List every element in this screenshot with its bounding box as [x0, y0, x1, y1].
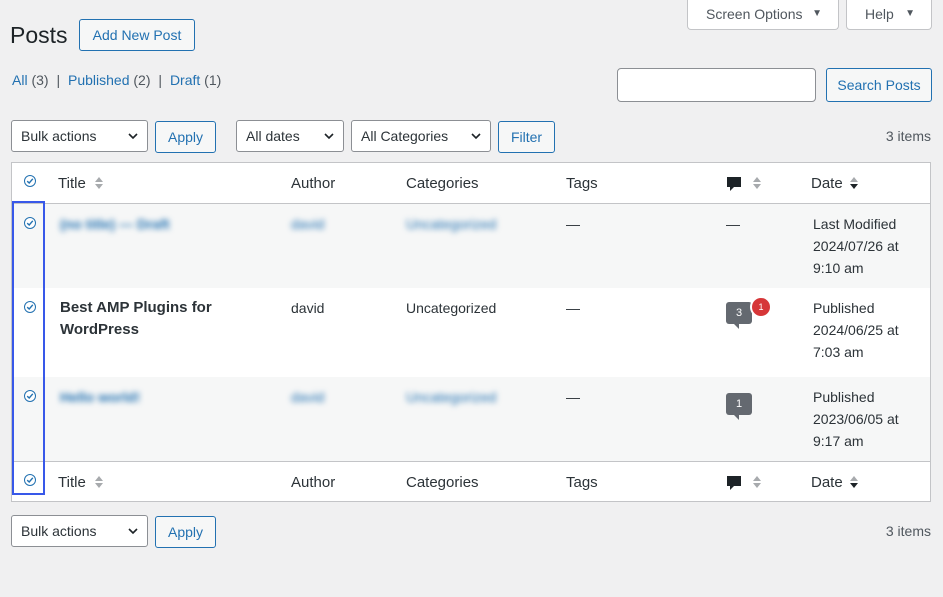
post-author-link[interactable]: david	[291, 213, 324, 235]
post-title-link[interactable]: Hello world!	[60, 386, 140, 408]
filter-published-link[interactable]: Published	[68, 72, 130, 88]
post-date-day: 2023/06/05 at	[813, 411, 899, 427]
row-checkbox[interactable]	[24, 301, 36, 313]
table-row: Hello world! david Uncategorized — 1 Pub…	[12, 377, 930, 461]
post-date-day: 2024/06/25 at	[813, 322, 899, 338]
filter-button[interactable]: Filter	[498, 121, 555, 153]
post-title-link[interactable]: (no title) — Draft	[60, 213, 170, 235]
check-icon	[26, 220, 34, 227]
column-header-categories: Categories	[406, 175, 479, 192]
pending-comments-badge[interactable]: 1	[750, 296, 772, 318]
filter-all-count: (3)	[31, 72, 49, 88]
categories-filter-select[interactable]: All Categories	[351, 120, 491, 152]
screen-options-label: Screen Options	[706, 6, 803, 22]
post-author-link[interactable]: david	[291, 386, 324, 408]
post-title-link[interactable]: Best AMP Plugins for	[60, 297, 212, 319]
sort-arrows-icon	[753, 476, 761, 488]
check-icon	[26, 304, 34, 311]
column-footer-author: Author	[291, 474, 336, 491]
bulk-actions-select-bottom[interactable]: Bulk actions	[11, 515, 148, 547]
column-footer-categories: Categories	[406, 474, 479, 491]
chevron-down-icon	[471, 133, 481, 140]
post-comments: —	[726, 216, 740, 232]
sort-desc-icon	[850, 177, 858, 189]
table-row: Best AMP Plugins for WordPress david Unc…	[12, 288, 930, 377]
filter-draft-count: (1)	[204, 72, 222, 88]
filter-published-count: (2)	[133, 72, 151, 88]
items-count: 3 items	[885, 128, 931, 144]
post-category-link[interactable]: Uncategorized	[406, 297, 496, 319]
check-icon	[26, 178, 34, 185]
chevron-down-icon	[324, 133, 334, 140]
dates-filter-select[interactable]: All dates	[236, 120, 344, 152]
post-tags: —	[566, 216, 580, 232]
sort-arrows-icon	[95, 476, 103, 488]
screen-options-tab[interactable]: Screen Options ▼	[687, 0, 839, 30]
post-tags: —	[566, 389, 580, 405]
select-all-checkbox[interactable]	[24, 175, 36, 187]
column-header-title[interactable]: Title	[58, 175, 86, 192]
approved-comments-bubble[interactable]: 3	[726, 302, 752, 329]
page-title: Posts	[10, 22, 68, 48]
post-date-status: Last Modified	[813, 216, 897, 232]
post-tags: —	[566, 300, 580, 316]
sort-arrows-icon	[753, 177, 761, 189]
search-input[interactable]	[617, 68, 816, 102]
caret-down-icon: ▼	[812, 8, 822, 19]
footer-divider	[12, 461, 930, 462]
filter-all-link[interactable]: All	[12, 72, 28, 88]
comment-icon[interactable]	[726, 475, 742, 492]
items-count-bottom: 3 items	[885, 523, 931, 539]
row-checkbox[interactable]	[24, 217, 36, 229]
add-new-post-button[interactable]: Add New Post	[79, 19, 195, 51]
sort-desc-icon	[850, 476, 858, 488]
column-header-tags: Tags	[566, 175, 598, 192]
comment-icon[interactable]	[726, 176, 742, 193]
check-icon	[26, 393, 34, 400]
check-icon	[26, 477, 34, 484]
search-posts-button[interactable]: Search Posts	[826, 68, 932, 102]
post-category-link[interactable]: Uncategorized	[406, 386, 496, 408]
post-date-time: 9:17 am	[813, 433, 864, 449]
post-category-link[interactable]: Uncategorized	[406, 213, 496, 235]
post-date-time: 7:03 am	[813, 344, 864, 360]
post-date-status: Published	[813, 389, 875, 405]
sort-arrows-icon	[95, 177, 103, 189]
post-date-day: 2024/07/26 at	[813, 238, 899, 254]
status-filters: All (3) | Published (2) | Draft (1)	[12, 71, 221, 89]
bulk-actions-value: Bulk actions	[21, 523, 97, 539]
categories-filter-value: All Categories	[361, 128, 449, 144]
post-author-link[interactable]: david	[291, 297, 324, 319]
caret-down-icon: ▼	[905, 8, 915, 19]
chevron-down-icon	[128, 133, 138, 140]
apply-button[interactable]: Apply	[155, 121, 216, 153]
column-header-author: Author	[291, 175, 336, 192]
filter-draft-link[interactable]: Draft	[170, 72, 200, 88]
column-footer-date[interactable]: Date	[811, 474, 843, 491]
approved-comments-bubble[interactable]: 1	[726, 393, 752, 420]
bulk-actions-select[interactable]: Bulk actions	[11, 120, 148, 152]
apply-button-bottom[interactable]: Apply	[155, 516, 216, 548]
row-checkbox[interactable]	[24, 390, 36, 402]
column-footer-title[interactable]: Title	[58, 474, 86, 491]
chevron-down-icon	[128, 528, 138, 535]
help-label: Help	[865, 6, 894, 22]
help-tab[interactable]: Help ▼	[846, 0, 932, 30]
filter-separator: |	[56, 72, 61, 88]
post-date-time: 9:10 am	[813, 260, 864, 276]
post-title-link-line2[interactable]: WordPress	[60, 319, 139, 341]
filter-separator: |	[158, 72, 163, 88]
bulk-actions-value: Bulk actions	[21, 128, 97, 144]
posts-table: Title Author Categories Tags Date (no ti…	[11, 162, 931, 502]
select-all-checkbox-footer[interactable]	[24, 474, 36, 486]
post-date-status: Published	[813, 300, 875, 316]
column-footer-tags: Tags	[566, 474, 598, 491]
dates-filter-value: All dates	[246, 128, 300, 144]
column-header-date[interactable]: Date	[811, 175, 843, 192]
table-row: (no title) — Draft david Uncategorized —…	[12, 204, 930, 288]
